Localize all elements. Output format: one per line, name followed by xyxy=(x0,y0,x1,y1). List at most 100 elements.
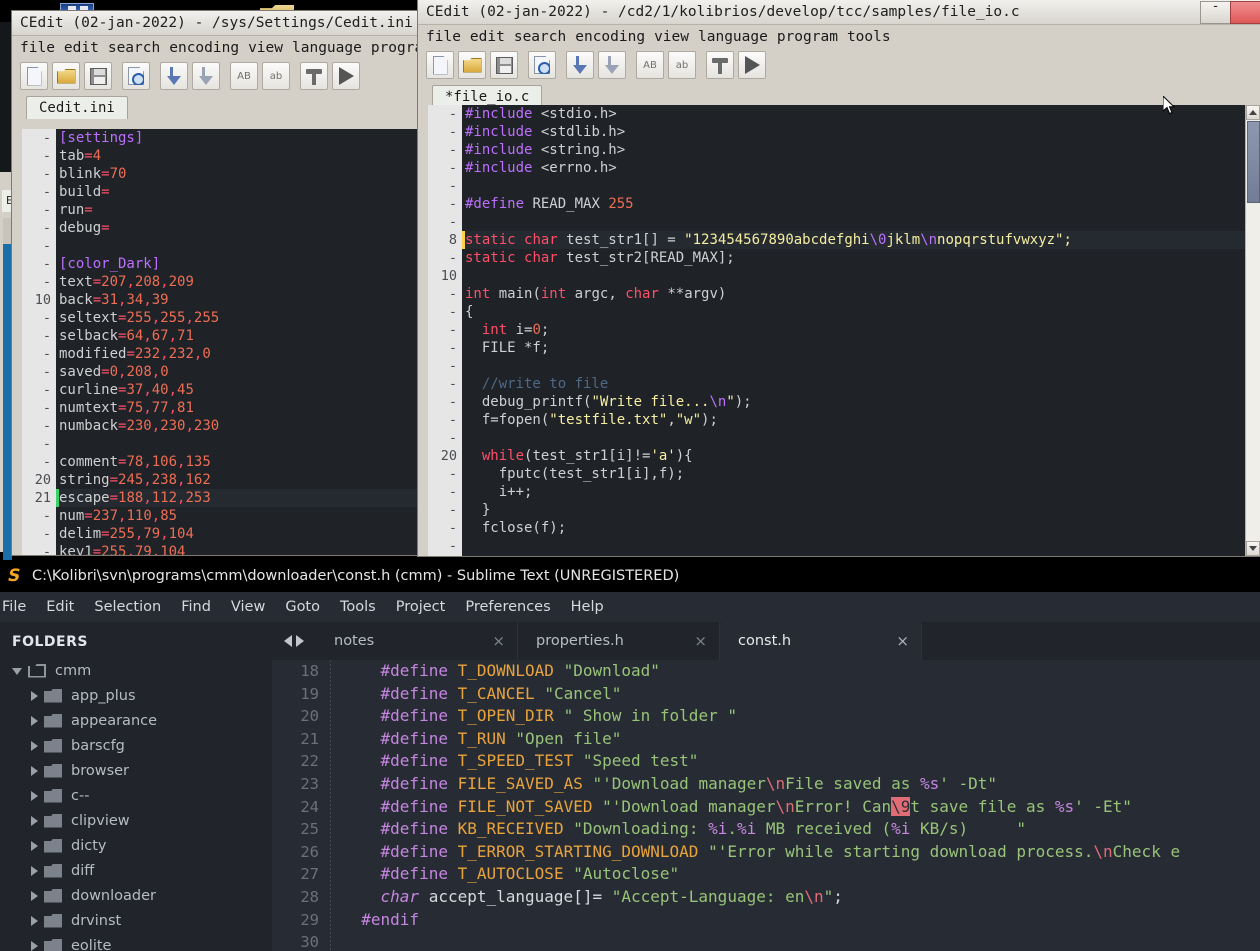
run-button[interactable] xyxy=(332,62,360,90)
code-line[interactable]: #define T_RUN "Open file" xyxy=(342,728,1260,751)
tab-notes[interactable]: notes × xyxy=(316,622,518,660)
code-line[interactable]: #include <stdio.h> xyxy=(465,105,1260,123)
minimize-button[interactable]: - xyxy=(1200,1,1230,24)
code-line[interactable]: #define T_OPEN_DIR " Show in folder " xyxy=(342,705,1260,728)
save-as-button[interactable] xyxy=(528,51,556,79)
menu-file[interactable]: File xyxy=(0,599,36,615)
sublime-menubar[interactable]: File Edit Selection Find View Goto Tools… xyxy=(0,592,1260,622)
code-line[interactable]: { xyxy=(465,303,1260,321)
code-line[interactable]: saved=0,208,0 xyxy=(59,363,417,381)
sublime-code[interactable]: #define T_DOWNLOAD "Download" #define T_… xyxy=(342,660,1260,951)
find-button[interactable] xyxy=(566,51,594,79)
code-line[interactable]: modified=232,232,0 xyxy=(59,345,417,363)
cedit-window-c[interactable]: CEdit (02-jan-2022) - /cd2/1/kolibrios/d… xyxy=(418,0,1260,556)
menu-edit[interactable]: edit xyxy=(470,29,505,45)
chevron-right-icon[interactable] xyxy=(28,739,42,753)
lowercase-button[interactable]: ab xyxy=(262,62,290,90)
sidebar-item-drvinst[interactable]: drvinst xyxy=(12,908,272,933)
code-line[interactable]: #define READ_MAX 255 xyxy=(465,195,1260,213)
code-line[interactable]: #define T_AUTOCLOSE "Autoclose" xyxy=(342,863,1260,886)
cedit-c-menubar[interactable]: fileeditsearchencodingviewlanguageprogra… xyxy=(418,25,1260,49)
code-line[interactable] xyxy=(465,537,1260,555)
code-line[interactable]: #endif xyxy=(342,909,1260,932)
cedit-c-titlebar[interactable]: CEdit (02-jan-2022) - /cd2/1/kolibrios/d… xyxy=(418,0,1260,25)
sidebar-item-cmm[interactable]: cmm xyxy=(12,658,272,683)
code-line[interactable] xyxy=(465,429,1260,447)
menu-file[interactable]: file xyxy=(426,29,461,45)
code-line[interactable]: comment=78,106,135 xyxy=(59,453,417,471)
code-line[interactable]: #define T_SPEED_TEST "Speed test" xyxy=(342,750,1260,773)
menu-view[interactable]: View xyxy=(221,599,275,615)
menu-selection[interactable]: Selection xyxy=(84,599,171,615)
menu-search[interactable]: search xyxy=(514,29,566,45)
code-line[interactable]: [color_Dark] xyxy=(59,255,417,273)
code-line[interactable]: #define T_CANCEL "Cancel" xyxy=(342,683,1260,706)
code-line[interactable] xyxy=(465,213,1260,231)
find-next-button[interactable] xyxy=(192,62,220,90)
chevron-right-icon[interactable] xyxy=(28,689,42,703)
sidebar-item-c--[interactable]: c-- xyxy=(12,783,272,808)
chevron-right-icon[interactable] xyxy=(28,764,42,778)
chevron-right-icon[interactable] xyxy=(28,789,42,803)
chevron-down-icon[interactable] xyxy=(12,664,26,678)
chevron-right-icon[interactable] xyxy=(28,814,42,828)
cedit-c-code-area[interactable]: -------8-10---------20----- #include <st… xyxy=(428,105,1260,556)
code-line[interactable]: #include <string.h> xyxy=(465,141,1260,159)
code-line[interactable]: static char test_str2[READ_MAX]; xyxy=(465,249,1260,267)
menu-find[interactable]: Find xyxy=(171,599,221,615)
code-line[interactable]: key1=255,79,104 xyxy=(59,543,417,555)
cedit-ini-code[interactable]: [settings]tab=4blink=70build=run=debug=[… xyxy=(56,129,417,555)
code-line[interactable]: #define FILE_NOT_SAVED "'Download manage… xyxy=(342,796,1260,819)
scroll-down-button[interactable] xyxy=(1246,541,1260,556)
chevron-right-icon[interactable] xyxy=(28,839,42,853)
menu-view[interactable]: view xyxy=(654,29,689,45)
code-line[interactable]: string=245,238,162 xyxy=(59,471,417,489)
sublime-sidebar[interactable]: FOLDERS cmm app_plusappearancebarscfgbro… xyxy=(0,622,272,951)
close-icon[interactable]: × xyxy=(492,632,505,650)
menu-search[interactable]: search xyxy=(108,40,160,56)
chevron-right-icon[interactable] xyxy=(28,864,42,878)
code-line[interactable]: selback=64,67,71 xyxy=(59,327,417,345)
code-line[interactable]: [settings] xyxy=(59,129,417,147)
open-file-button[interactable] xyxy=(458,51,486,79)
tab-const-h[interactable]: const.h × xyxy=(720,622,922,660)
code-line[interactable]: debug_printf("Write file...\n"); xyxy=(465,393,1260,411)
sublime-titlebar[interactable]: S C:\Kolibri\svn\programs\cmm\downloader… xyxy=(0,560,1260,592)
uppercase-button[interactable]: AB xyxy=(230,62,258,90)
chevron-right-icon[interactable] xyxy=(28,889,42,903)
sidebar-item-diff[interactable]: diff xyxy=(12,858,272,883)
chevron-left-icon[interactable] xyxy=(284,635,292,647)
sidebar-item-barscfg[interactable]: barscfg xyxy=(12,733,272,758)
menu-encoding[interactable]: encoding xyxy=(575,29,645,45)
find-button[interactable] xyxy=(160,62,188,90)
code-line[interactable] xyxy=(59,435,417,453)
menu-view[interactable]: view xyxy=(248,40,283,56)
code-line[interactable]: numtext=75,77,81 xyxy=(59,399,417,417)
code-line[interactable]: #include <errno.h> xyxy=(465,159,1260,177)
code-line[interactable]: delim=255,79,104 xyxy=(59,525,417,543)
chevron-right-icon[interactable] xyxy=(28,939,42,951)
code-line[interactable]: text=207,208,209 xyxy=(59,273,417,291)
lowercase-button[interactable]: ab xyxy=(668,51,696,79)
code-line[interactable]: seltext=255,255,255 xyxy=(59,309,417,327)
menu-program[interactable]: program xyxy=(371,40,417,56)
code-line[interactable]: escape=188,112,253 xyxy=(59,489,417,507)
code-line[interactable]: curline=37,40,45 xyxy=(59,381,417,399)
menu-file[interactable]: file xyxy=(20,40,55,56)
uppercase-button[interactable]: AB xyxy=(636,51,664,79)
sidebar-item-eolite[interactable]: eolite xyxy=(12,933,272,951)
sublime-window[interactable]: S C:\Kolibri\svn\programs\cmm\downloader… xyxy=(0,560,1260,951)
menu-help[interactable]: Help xyxy=(561,599,614,615)
scroll-up-button[interactable] xyxy=(1246,105,1260,120)
code-line[interactable] xyxy=(465,267,1260,285)
menu-language[interactable]: language xyxy=(698,29,768,45)
code-line[interactable]: int i=0; xyxy=(465,321,1260,339)
save-file-button[interactable] xyxy=(490,51,518,79)
code-line[interactable]: #define KB_RECEIVED "Downloading: %i.%i … xyxy=(342,818,1260,841)
background-window-scrollbar-thumb[interactable] xyxy=(3,244,12,574)
build-button[interactable] xyxy=(300,62,328,90)
cedit-window-ini[interactable]: CEdit (02-jan-2022) - /sys/Settings/Cedi… xyxy=(12,11,417,555)
code-line[interactable]: tab=4 xyxy=(59,147,417,165)
code-line[interactable]: } xyxy=(465,501,1260,519)
code-line[interactable]: #define FILE_SAVED_AS "'Download manager… xyxy=(342,773,1260,796)
